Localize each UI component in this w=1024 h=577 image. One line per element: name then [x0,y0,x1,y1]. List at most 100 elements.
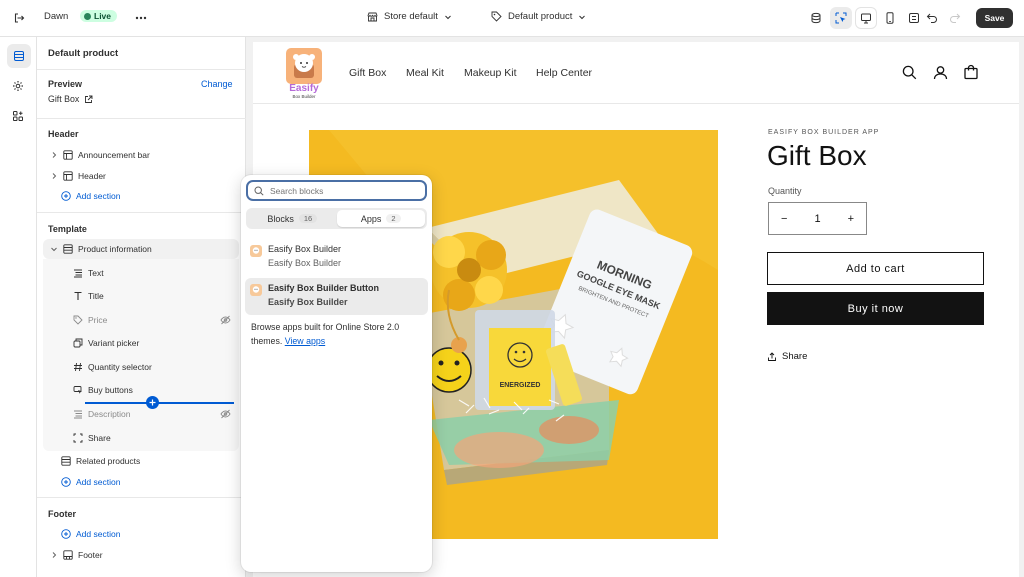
desktop-icon[interactable] [855,7,877,29]
chevron-down-icon [579,15,586,19]
footer-add-section[interactable]: Add section [61,529,120,539]
plus-circle-icon [61,529,71,539]
preview-product-name: Gift Box [48,94,80,104]
tree-item-related-products[interactable]: Related products [61,456,140,466]
chevron-right-icon [52,552,57,558]
app-block-easify-box-builder[interactable]: Easify Box Builder Easify Box Builder [245,239,428,276]
header-group-title: Header [48,129,79,139]
mobile-icon[interactable] [879,7,901,29]
store-logo[interactable]: Easify Box Builder [286,48,322,99]
tab-blocks[interactable]: Blocks 16 [248,210,337,227]
more-icon[interactable] [130,7,152,29]
sections-icon[interactable] [7,44,31,68]
account-icon[interactable] [933,65,948,80]
share-button[interactable]: Share [767,351,807,362]
share-label: Share [782,351,808,362]
tab-apps[interactable]: Apps 2 [336,210,425,227]
database-icon[interactable] [805,7,827,29]
section-icon [61,456,71,466]
template-selector[interactable]: Default product [491,11,586,22]
tag-icon [491,11,502,22]
external-link-icon [85,95,93,103]
tab-label: Apps [360,213,382,224]
chevron-down-icon [51,247,57,252]
template-selector-label: Default product [508,11,573,22]
buy-now-button[interactable]: Buy it now [767,292,984,325]
theme-name: Dawn [44,11,69,22]
undo-icon[interactable] [921,7,943,29]
apps-icon[interactable] [7,105,29,127]
block-variant-picker[interactable]: Variant picker [73,338,139,348]
nav-help-center[interactable]: Help Center [536,67,592,79]
search-icon[interactable] [902,65,917,80]
add-section-label: Add section [76,529,121,539]
quantity-increase-button[interactable]: + [848,213,854,225]
left-rail [0,37,37,577]
app-logo-icon [250,284,262,296]
text-lines-icon [74,410,82,419]
template-add-section[interactable]: Add section [61,477,120,487]
add-to-cart-button[interactable]: Add to cart [767,252,984,285]
nav-meal-kit[interactable]: Meal Kit [406,67,444,79]
variant-icon [73,338,83,348]
card-text-energized: ENERGIZED [500,382,541,389]
block-label: Quantity selector [88,362,152,372]
block-share[interactable]: Share [73,433,111,443]
block-title[interactable]: Title [73,291,104,301]
settings-icon[interactable] [7,75,29,97]
device-toggle [855,7,925,29]
block-label: Description [88,409,131,419]
block-price[interactable]: Price [73,315,107,325]
block-buy-buttons[interactable]: Buy buttons [73,385,133,395]
preview-product-link[interactable]: Gift Box [48,94,93,104]
template-group-title: Template [48,224,87,234]
quantity-value[interactable]: 1 [814,213,820,225]
logo-text: Easify [289,83,319,94]
block-text[interactable]: Text [73,268,104,278]
preview-change-link[interactable]: Change [201,79,233,89]
share-icon [768,351,776,361]
sidebar: Default product Preview Change Gift Box … [37,37,246,577]
header-add-section[interactable]: Add section [61,191,120,201]
inspector-icon[interactable] [830,7,852,29]
tree-item-announcement-bar[interactable]: Announcement bar [50,150,150,160]
redo-icon[interactable] [944,7,966,29]
tree-item-product-information[interactable]: Product information [50,244,152,254]
plus-circle-icon [61,191,71,201]
block-description[interactable]: Description [73,409,131,419]
app-block-easify-box-builder-button[interactable]: Easify Box Builder Button Easify Box Bui… [245,278,428,315]
block-label: Title [88,291,104,301]
block-label: Variant picker [88,338,140,348]
title-t-icon [74,291,82,300]
tree-item-footer[interactable]: Footer [50,550,103,560]
search-icon [254,185,264,196]
nav-gift-box[interactable]: Gift Box [349,67,386,79]
tab-label: Blocks [267,213,294,224]
search-field[interactable] [246,180,427,201]
app-subtitle: Easify Box Builder [268,258,342,268]
section-icon [63,550,73,560]
price-tag-icon [73,315,83,325]
tree-item-header[interactable]: Header [50,171,106,181]
tree-item-label: Footer [78,550,103,560]
insert-plus-icon[interactable] [146,396,159,409]
eye-hidden-icon[interactable] [220,409,231,419]
product-title: Gift Box [767,140,867,171]
eye-hidden-icon[interactable] [220,315,231,325]
save-button[interactable]: Save [976,8,1013,28]
block-quantity-selector[interactable]: Quantity selector [73,362,152,372]
browse-apps-text: Browse apps built for Online Store 2.0 t… [251,320,426,348]
text-lines-icon [74,269,82,278]
nav-makeup-kit[interactable]: Makeup Kit [464,67,517,79]
view-apps-link[interactable]: View apps [285,336,325,346]
exit-icon[interactable] [8,7,30,29]
store-selector[interactable]: Store default [367,11,452,22]
cart-icon[interactable] [963,64,979,80]
app-title: Easify Box Builder Button [268,283,380,293]
expanded-section-bg [43,259,239,451]
quantity-stepper[interactable]: − 1 + [768,202,867,235]
hash-icon [74,362,82,372]
quantity-decrease-button[interactable]: − [781,213,787,225]
app-title: Easify Box Builder [268,244,342,254]
search-input[interactable] [270,185,410,196]
